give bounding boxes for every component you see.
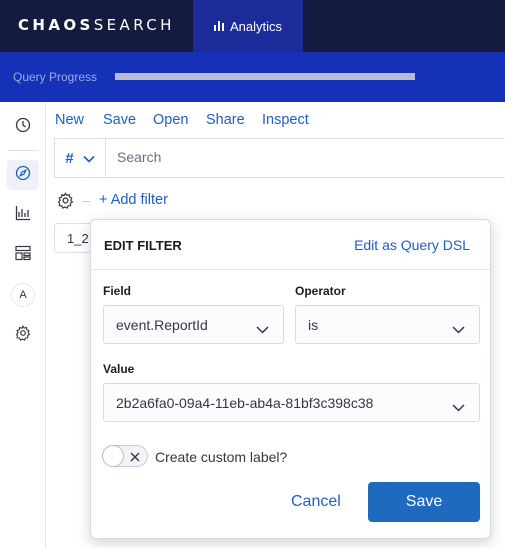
compass-icon <box>15 165 31 186</box>
sidebar-item-settings[interactable] <box>7 320 39 350</box>
top-nav-bar: CHAOSSEARCH Analytics <box>0 0 505 52</box>
field-label: Field <box>103 284 132 298</box>
sidebar-item-visualize[interactable] <box>7 200 39 230</box>
query-progress-track <box>115 73 415 80</box>
menu-save-link[interactable]: Save <box>103 112 136 128</box>
filter-separator <box>82 201 90 202</box>
operator-label: Operator <box>295 284 346 298</box>
chevron-down-icon <box>452 399 465 415</box>
tab-analytics[interactable]: Analytics <box>193 0 303 52</box>
sidebar-item-discover[interactable] <box>7 160 39 190</box>
value-combobox-value: 2b2a6fa0-09a4-11eb-ab4a-81bf3c398c38 <box>116 395 374 411</box>
menu-share-link[interactable]: Share <box>206 112 245 128</box>
field-select[interactable]: event.ReportId <box>103 305 284 344</box>
logo-bold-text: CHAOS <box>18 16 94 34</box>
cancel-button[interactable]: Cancel <box>291 493 341 511</box>
tab-analytics-label: Analytics <box>229 18 283 34</box>
close-icon <box>129 450 141 468</box>
custom-label-toggle[interactable] <box>102 445 148 467</box>
query-language-symbol: # <box>65 149 74 167</box>
sidebar-item-a[interactable]: A <box>7 280 39 310</box>
query-language-button[interactable]: # <box>55 139 106 177</box>
query-progress-fill <box>115 73 415 80</box>
value-label: Value <box>103 362 135 376</box>
bar-chart-icon <box>213 19 224 34</box>
dashboard-icon <box>15 245 31 266</box>
value-combobox[interactable]: 2b2a6fa0-09a4-11eb-ab4a-81bf3c398c38 <box>103 383 480 422</box>
letter-a-icon: A <box>12 284 34 306</box>
add-filter-button[interactable]: + Add filter <box>99 192 168 208</box>
chevron-down-icon <box>256 321 269 337</box>
left-sidebar: A <box>0 102 46 548</box>
field-select-value: event.ReportId <box>116 317 208 333</box>
query-progress-label: Query Progress <box>13 70 98 84</box>
menu-inspect-link[interactable]: Inspect <box>262 112 309 128</box>
edit-as-query-dsl-link[interactable]: Edit as Query DSL <box>354 237 470 253</box>
menu-new-link[interactable]: New <box>55 112 84 128</box>
edit-filter-popover: EDIT FILTER Edit as Query DSL Field even… <box>90 219 491 539</box>
chevron-down-icon <box>452 321 465 337</box>
edit-filter-header: EDIT FILTER Edit as Query DSL <box>91 220 490 270</box>
filter-options-button[interactable] <box>57 192 74 214</box>
save-button[interactable]: Save <box>368 482 480 522</box>
gear-icon <box>15 324 31 346</box>
chevron-down-icon <box>83 150 95 167</box>
toggle-knob <box>102 445 124 467</box>
chaossearch-logo[interactable]: CHAOSSEARCH <box>18 16 175 34</box>
query-bar: # Search <box>54 138 505 178</box>
sidebar-item-discover-history[interactable] <box>7 112 39 142</box>
visualize-icon <box>15 205 31 226</box>
search-input[interactable]: Search <box>117 149 161 165</box>
operator-select-value: is <box>308 317 319 333</box>
clock-icon <box>15 117 31 138</box>
menu-open-link[interactable]: Open <box>153 112 188 128</box>
custom-label-text: Create custom label? <box>155 449 288 465</box>
logo-light-text: SEARCH <box>93 16 175 34</box>
operator-select[interactable]: is <box>295 305 480 344</box>
filter-chip[interactable]: 1_2 <box>54 223 94 253</box>
gear-icon <box>57 192 74 213</box>
edit-filter-title: EDIT FILTER <box>104 238 182 253</box>
sidebar-item-dashboard[interactable] <box>7 240 39 270</box>
sidebar-divider <box>8 150 38 151</box>
